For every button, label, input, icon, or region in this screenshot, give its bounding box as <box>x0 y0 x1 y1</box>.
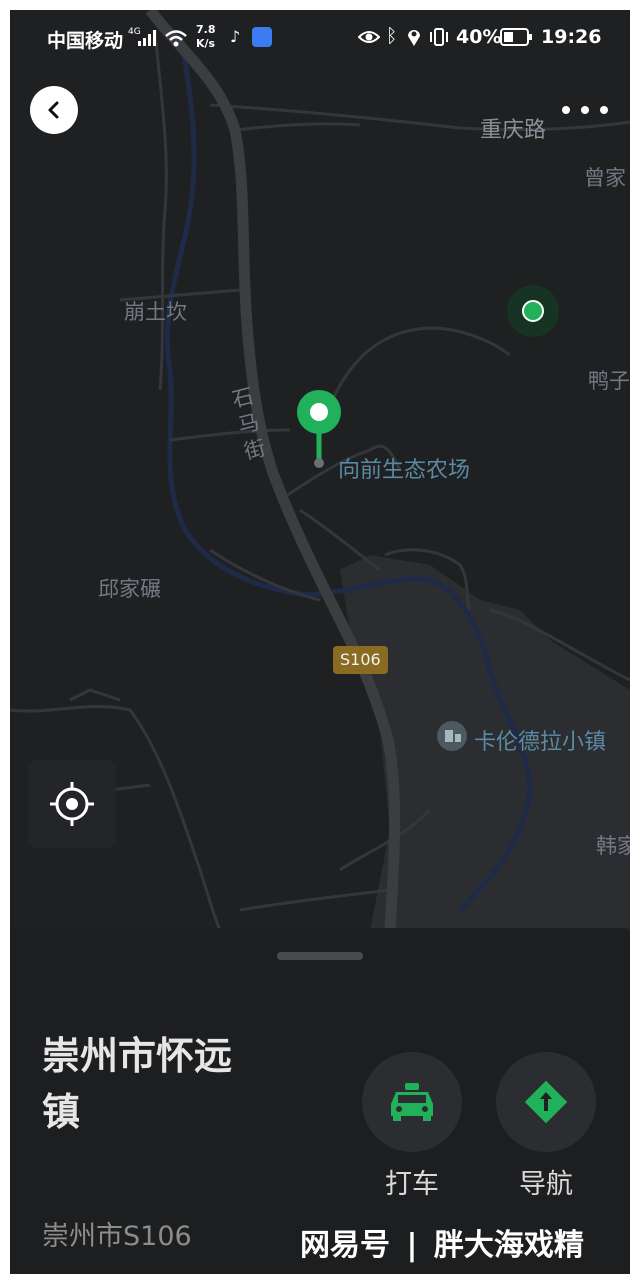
label-farm-poi[interactable]: 向前生态农场 <box>338 452 470 484</box>
pin-center <box>310 403 328 421</box>
wifi-icon <box>165 30 187 47</box>
pin-anchor <box>314 458 324 468</box>
navigate-label: 导航 <box>519 1169 573 1200</box>
navigation-diamond-icon <box>524 1080 568 1124</box>
label-chongqing-road: 重庆路 <box>480 118 547 143</box>
taxi-icon <box>391 1083 433 1121</box>
location-icon <box>408 30 420 46</box>
crosshair-icon <box>50 782 94 826</box>
watermark-author: 胖大海戏精 <box>433 1228 584 1263</box>
taxi-button[interactable] <box>362 1052 462 1152</box>
sheet-drag-handle[interactable] <box>277 952 363 960</box>
beacon-dot <box>522 300 544 322</box>
more-dots-icon <box>562 106 570 114</box>
watermark-brand: 网易号 <box>300 1228 390 1263</box>
bluetooth-icon: ᛒ <box>386 25 398 47</box>
vibrate-icon <box>430 28 448 46</box>
label-bengtukan: 崩土坎 <box>124 300 187 324</box>
chevron-left-icon <box>48 101 59 119</box>
label-kalunde-poi[interactable]: 卡伦德拉小镇 <box>474 724 606 756</box>
more-menu-button[interactable] <box>562 96 608 124</box>
label-hanjia: 韩家 <box>596 834 630 858</box>
battery-percent: 40% <box>456 26 502 48</box>
place-subtitle: 崇州市S106 <box>42 1221 192 1252</box>
label-qiujianian: 邱家碾 <box>98 577 161 601</box>
signal-icon <box>138 30 156 46</box>
speed-unit: K/s <box>196 37 216 50</box>
back-button[interactable] <box>30 86 78 134</box>
place-title-line2: 镇 <box>42 1090 81 1134</box>
watermark: 网易号 | 胖大海戏精 <box>300 1220 584 1264</box>
clock-time: 19:26 <box>541 26 602 48</box>
app-notification-icon <box>252 27 272 47</box>
watermark-divider: | <box>406 1228 418 1263</box>
label-zengjia: 曾家 <box>584 166 626 190</box>
tiktok-icon: ♪ <box>230 27 241 46</box>
locate-me-button[interactable] <box>28 760 116 848</box>
place-title: 崇州市怀远 镇 <box>42 1028 232 1140</box>
status-bar: 中国移动 4G 7.8 K/s ♪ ᛒ 40% 19:26 <box>10 10 630 66</box>
eye-icon <box>358 31 380 43</box>
label-yazi: 鸭子 <box>588 369 630 393</box>
road-badge-s106: S106 <box>333 646 388 674</box>
navigate-button[interactable] <box>496 1052 596 1152</box>
battery-icon <box>500 28 532 46</box>
place-title-line1: 崇州市怀远 <box>42 1034 233 1078</box>
speed-value: 7.8 <box>196 23 216 36</box>
carrier-label: 中国移动 <box>47 30 124 52</box>
phone-screen: 重庆路 曾家 崩土坎 鸭子 石 马 街 向前生态农场 邱家碾 S106 卡伦德拉… <box>10 10 630 1274</box>
taxi-label: 打车 <box>385 1169 439 1200</box>
